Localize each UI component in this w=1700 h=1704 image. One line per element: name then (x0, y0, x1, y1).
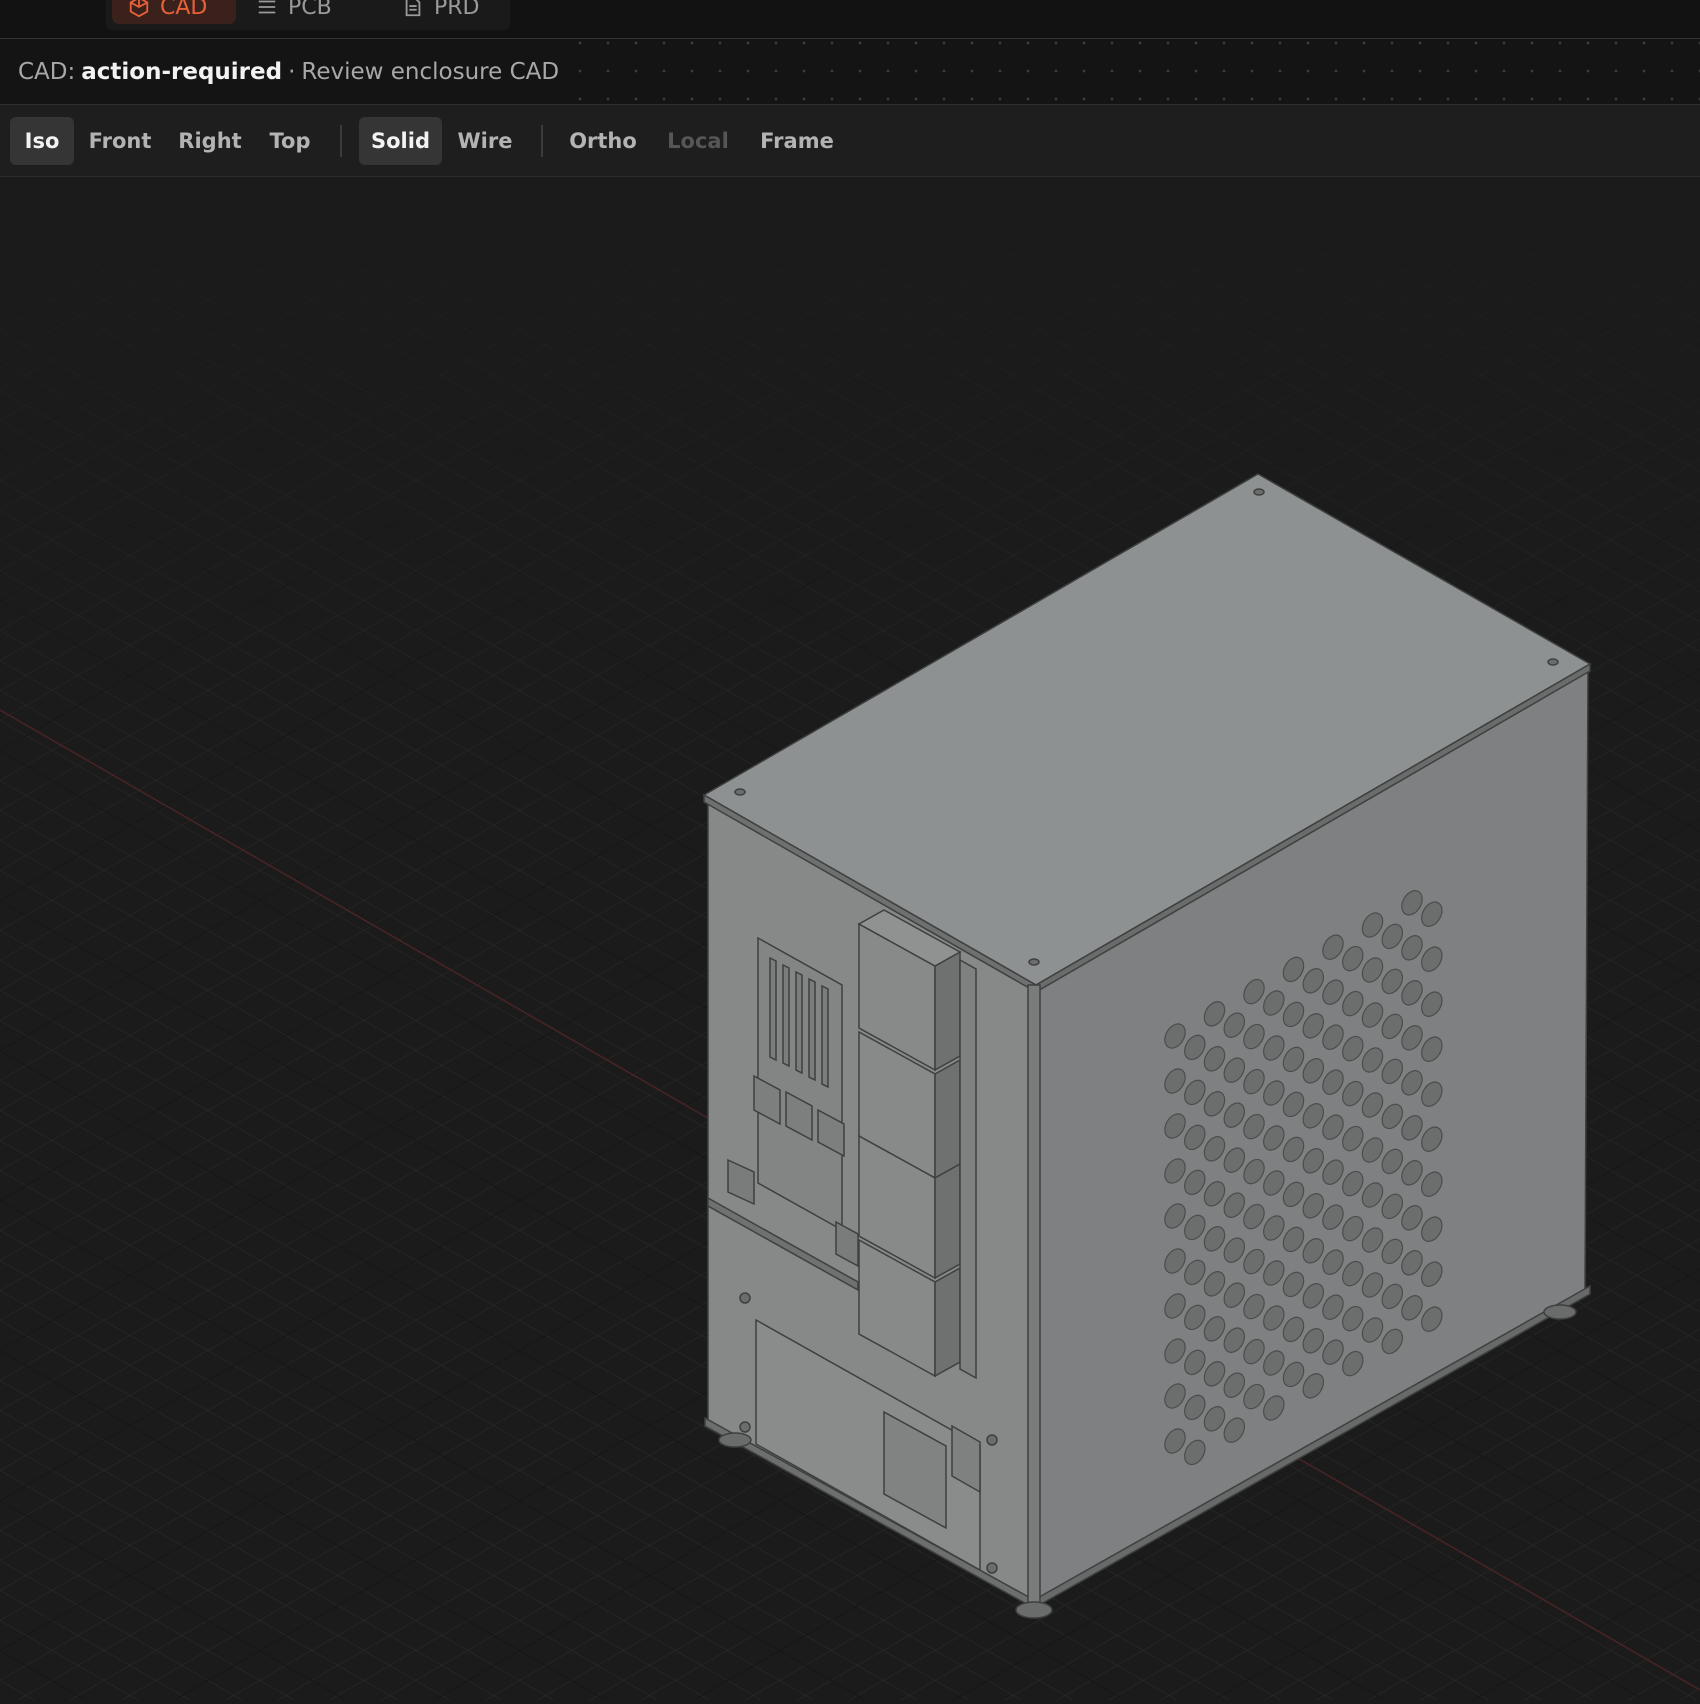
frame-button[interactable]: Frame (755, 117, 839, 165)
render-wire-button[interactable]: Wire (454, 117, 516, 165)
view-iso-button[interactable]: Iso (10, 117, 74, 165)
document-icon (405, 0, 421, 17)
screw-hole (734, 788, 746, 796)
local-toggle: Local (667, 129, 729, 153)
battery-stack (857, 909, 977, 1380)
screw-hole (1547, 658, 1559, 666)
status-state: action-required (81, 58, 283, 85)
screw-hole (1253, 488, 1265, 496)
tab-pcb[interactable]: PCB (240, 0, 348, 24)
view-right-button[interactable]: Right (172, 117, 248, 165)
status-separator: · (288, 58, 296, 85)
top-tab-bar: CAD PCB PRD (0, 0, 1700, 39)
view-toolbar: Iso Front Right Top Solid Wire Ortho Loc… (0, 105, 1700, 177)
ortho-toggle[interactable]: Ortho (565, 117, 641, 165)
view-front-button[interactable]: Front (84, 117, 156, 165)
tab-prd-label: PRD (434, 0, 480, 20)
viewport-canvas[interactable] (0, 177, 1700, 1700)
view-top-button[interactable]: Top (260, 117, 320, 165)
tab-prd[interactable] (492, 0, 524, 24)
screw-hole (1028, 958, 1040, 966)
status-message: Review enclosure CAD (301, 58, 560, 85)
lines-icon (258, 0, 276, 14)
tab-cad[interactable]: CAD (112, 0, 236, 24)
tab-pcb-label: PCB (288, 0, 332, 20)
cube-icon (129, 0, 149, 18)
status-bar: CAD: action-required · Review enclosure … (0, 39, 1700, 105)
status-prefix: CAD: (18, 58, 76, 85)
tab-cad-label: CAD (160, 0, 208, 20)
toolbar-divider (541, 125, 543, 157)
status-line: CAD: action-required · Review enclosure … (18, 39, 570, 104)
cad-viewport[interactable] (0, 177, 1700, 1700)
render-solid-button[interactable]: Solid (359, 117, 442, 165)
toolbar-divider (340, 125, 342, 157)
tab-prd-wrap[interactable]: PRD (386, 0, 496, 24)
